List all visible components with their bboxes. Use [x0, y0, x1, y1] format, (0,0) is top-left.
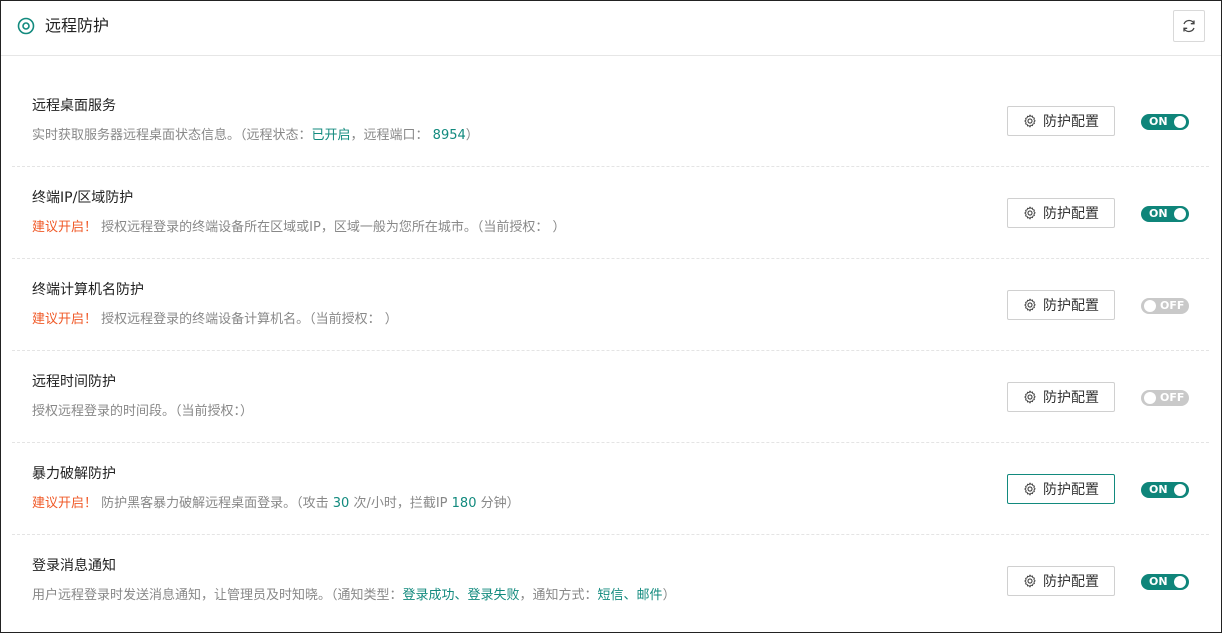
protection-toggle[interactable]: OFF — [1141, 390, 1189, 406]
toggle-knob — [1174, 116, 1186, 128]
recommend-label: 建议开启！ — [32, 312, 98, 327]
protection-toggle[interactable]: ON — [1141, 574, 1189, 590]
gear-icon — [1024, 482, 1036, 496]
refresh-icon — [1183, 19, 1195, 33]
protection-toggle[interactable]: ON — [1141, 206, 1189, 222]
description-text: ） — [465, 128, 479, 143]
toggle-label: OFF — [1160, 299, 1185, 312]
item-description: 实时获取服务器远程桌面状态信息。（远程状态：已开启，远程端口： 8954） — [32, 127, 479, 145]
item-description: 建议开启！ 防护黑客暴力破解远程桌面登录。（攻击 30 次/小时，拦截IP 18… — [32, 495, 520, 513]
item-description: 用户远程登录时发送消息通知，让管理员及时知晓。（通知类型：登录成功、登录失败，通… — [32, 587, 676, 605]
description-text: 授权远程登录的时间段。（当前授权：） — [32, 404, 254, 419]
protection-config-button[interactable]: 防护配置 — [1007, 290, 1115, 320]
toggle-label: ON — [1149, 483, 1168, 496]
protection-config-button[interactable]: 防护配置 — [1007, 382, 1115, 412]
gear-icon — [1024, 390, 1036, 404]
highlight-value: 已开启 — [311, 128, 351, 143]
page-title: 远程防护 — [45, 16, 110, 35]
description-text: 用户远程登录时发送消息通知，让管理员及时知晓。（通知类型： — [32, 588, 403, 603]
protection-toggle[interactable]: ON — [1141, 482, 1189, 498]
item-description: 授权远程登录的时间段。（当前授权：） — [32, 403, 253, 421]
protection-config-button[interactable]: 防护配置 — [1007, 106, 1115, 136]
highlight-value: 8954 — [432, 128, 466, 143]
protection-config-button[interactable]: 防护配置 — [1007, 474, 1115, 504]
highlight-value: 短信、邮件 — [597, 588, 663, 603]
description-text: 分钟） — [476, 496, 520, 511]
highlight-value: 180 — [451, 496, 477, 511]
description-text: 实时获取服务器远程桌面状态信息。（远程状态： — [32, 128, 312, 143]
toggle-label: ON — [1149, 575, 1168, 588]
refresh-button[interactable] — [1173, 10, 1205, 42]
protection-item: 远程桌面服务实时获取服务器远程桌面状态信息。（远程状态：已开启，远程端口： 89… — [12, 75, 1209, 167]
toggle-knob — [1174, 576, 1186, 588]
highlight-value: 30 — [332, 496, 350, 511]
description-text: 次/小时，拦截IP — [349, 496, 452, 511]
target-icon — [17, 17, 35, 35]
item-description: 建议开启！ 授权远程登录的终端设备计算机名。（当前授权： ） — [32, 311, 398, 329]
protection-item: 终端计算机名防护 建议开启！ 授权远程登录的终端设备计算机名。（当前授权： ）防护… — [12, 259, 1209, 351]
description-text: 授权远程登录的终端设备所在区域或IP，区域一般为您所在城市。（当前授权： ） — [97, 220, 566, 235]
description-text: ，远程端口： — [350, 128, 433, 143]
protection-toggle[interactable]: OFF — [1141, 298, 1189, 314]
config-button-label: 防护配置 — [1043, 114, 1099, 130]
recommend-label: 建议开启！ — [32, 220, 98, 235]
config-button-label: 防护配置 — [1043, 482, 1099, 498]
item-title: 暴力破解防护 — [32, 466, 116, 482]
remote-protection-panel: 远程防护 远程桌面服务实时获取服务器远程桌面状态信息。（远程状态：已开启，远程端… — [0, 0, 1222, 633]
item-description: 建议开启！ 授权远程登录的终端设备所在区域或IP，区域一般为您所在城市。（当前授… — [32, 219, 565, 237]
protection-toggle[interactable]: ON — [1141, 114, 1189, 130]
protection-list: 远程桌面服务实时获取服务器远程桌面状态信息。（远程状态：已开启，远程端口： 89… — [12, 75, 1209, 626]
protection-item: 暴力破解防护 建议开启！ 防护黑客暴力破解远程桌面登录。（攻击 30 次/小时，拦… — [12, 443, 1209, 535]
config-button-label: 防护配置 — [1043, 206, 1099, 222]
item-title: 远程时间防护 — [32, 374, 116, 390]
protection-item: 登录消息通知用户远程登录时发送消息通知，让管理员及时知晓。（通知类型：登录成功、… — [12, 535, 1209, 626]
recommend-label: 建议开启！ — [32, 496, 98, 511]
toggle-label: OFF — [1160, 391, 1185, 404]
item-title: 远程桌面服务 — [32, 98, 116, 114]
gear-icon — [1024, 206, 1036, 220]
item-title: 登录消息通知 — [32, 558, 116, 574]
panel-header: 远程防护 — [1, 1, 1221, 56]
description-text: 防护黑客暴力破解远程桌面登录。（攻击 — [97, 496, 333, 511]
gear-icon — [1024, 574, 1036, 588]
toggle-label: ON — [1149, 207, 1168, 220]
config-button-label: 防护配置 — [1043, 298, 1099, 314]
protection-config-button[interactable]: 防护配置 — [1007, 566, 1115, 596]
toggle-label: ON — [1149, 115, 1168, 128]
description-text: ，通知方式： — [519, 588, 598, 603]
toggle-knob — [1144, 392, 1156, 404]
description-text: 授权远程登录的终端设备计算机名。（当前授权： ） — [97, 312, 398, 327]
protection-item: 终端IP/区域防护 建议开启！ 授权远程登录的终端设备所在区域或IP，区域一般为您… — [12, 167, 1209, 259]
gear-icon — [1024, 114, 1036, 128]
item-title: 终端IP/区域防护 — [32, 190, 134, 206]
gear-icon — [1024, 298, 1036, 312]
toggle-knob — [1174, 484, 1186, 496]
item-title: 终端计算机名防护 — [32, 282, 144, 298]
protection-item: 远程时间防护授权远程登录的时间段。（当前授权：） 防护配置 OFF — [12, 351, 1209, 443]
config-button-label: 防护配置 — [1043, 390, 1099, 406]
protection-config-button[interactable]: 防护配置 — [1007, 198, 1115, 228]
toggle-knob — [1174, 208, 1186, 220]
config-button-label: 防护配置 — [1043, 574, 1099, 590]
highlight-value: 登录成功、登录失败 — [402, 588, 520, 603]
description-text: ） — [662, 588, 676, 603]
toggle-knob — [1144, 300, 1156, 312]
